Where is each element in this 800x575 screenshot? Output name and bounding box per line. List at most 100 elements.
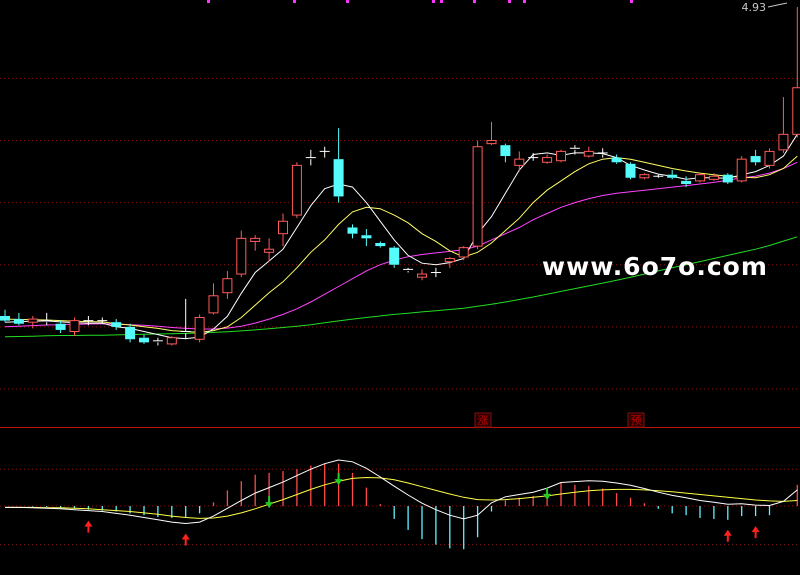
candle-body [347,227,358,234]
candle [194,314,205,343]
candle-body [736,158,747,182]
candle-body [764,150,775,166]
candle-body [708,175,719,180]
candle [472,140,483,250]
yu-marker: 预 [627,412,645,428]
candle-body [639,174,650,179]
top-tick [293,0,296,3]
candle [583,146,594,158]
candle [319,146,330,158]
candle-body [417,273,427,278]
candle-body [27,318,38,323]
candle-body [111,322,122,327]
candle [722,173,733,184]
candle [792,7,800,138]
candle [236,230,247,278]
candle [347,224,358,239]
candle-body [695,174,705,182]
zhang-label: 涨 [478,414,489,427]
chart-svg: 4.93 www.6o7o.com 涨 预 [0,0,800,550]
candle-body [500,145,511,157]
candle [139,334,149,344]
candle-body [194,317,205,340]
candle [736,156,747,183]
candle [222,270,233,299]
candle-body [250,237,261,242]
candle-body [389,247,400,265]
candle-body [778,133,789,151]
candle [166,336,177,346]
down-arrow-icon [334,473,343,486]
candle-body [264,248,275,253]
candle-body [514,158,525,166]
candlesticks [0,7,800,346]
candle-body [722,174,733,183]
candle [389,246,400,268]
candle [27,315,38,329]
down-arrow-icon [265,496,274,509]
candle [305,149,316,166]
dea-line [5,476,798,519]
top-tick [207,0,210,3]
candle [403,267,414,273]
candle-body [792,87,800,135]
candle [514,151,525,172]
ma10-line [4,155,798,333]
candle-body [486,140,497,145]
candle [458,246,469,261]
candle-body [55,323,66,330]
yu-label: 预 [631,414,642,427]
candle-body [291,164,302,216]
candle-body [556,150,566,162]
top-tick [473,0,476,3]
candle-body [472,146,483,247]
candle-body [667,174,678,178]
top-ticks [207,0,633,3]
candle [556,149,566,163]
candle-body [611,157,622,163]
candle-body [0,315,10,321]
watermark: www.6o7o.com [542,252,768,281]
candle-body [13,319,24,324]
price-label: 4.93 [742,1,767,14]
candle-body [458,247,469,258]
candle [250,235,261,251]
candle-body [681,180,692,184]
price-label-pointer [767,2,788,8]
candle [750,149,761,166]
down-arrow-icon [543,487,552,500]
candle-body [583,150,594,157]
candle [125,323,136,343]
macd-gridlines [0,468,800,546]
up-arrow-icon [181,533,190,546]
dif-line [5,459,798,525]
candle [111,319,122,330]
candle [486,121,497,146]
candle [208,283,219,315]
candle [41,312,52,326]
top-tick [508,0,511,3]
candle-body [750,156,761,163]
candle [500,143,511,163]
candle-body [125,326,136,340]
candle [69,317,80,337]
ma20-line [4,161,798,330]
candle [625,162,636,180]
candle [597,148,608,158]
candle-body [208,295,219,314]
candle-body [361,235,372,239]
candle [778,97,789,153]
candle-body [236,237,247,275]
top-tick [523,0,526,3]
stock-chart-panel: 4.93 www.6o7o.com 涨 预 [0,0,800,575]
candle-body [69,320,80,333]
zhang-marker: 涨 [474,412,492,428]
candle-body [166,337,177,345]
candle [0,309,10,323]
up-arrow-icon [723,529,732,542]
candle [430,267,441,278]
ma5-line [4,134,798,340]
price-gridlines [0,77,800,390]
candle-body [625,163,636,178]
candle [764,148,775,169]
